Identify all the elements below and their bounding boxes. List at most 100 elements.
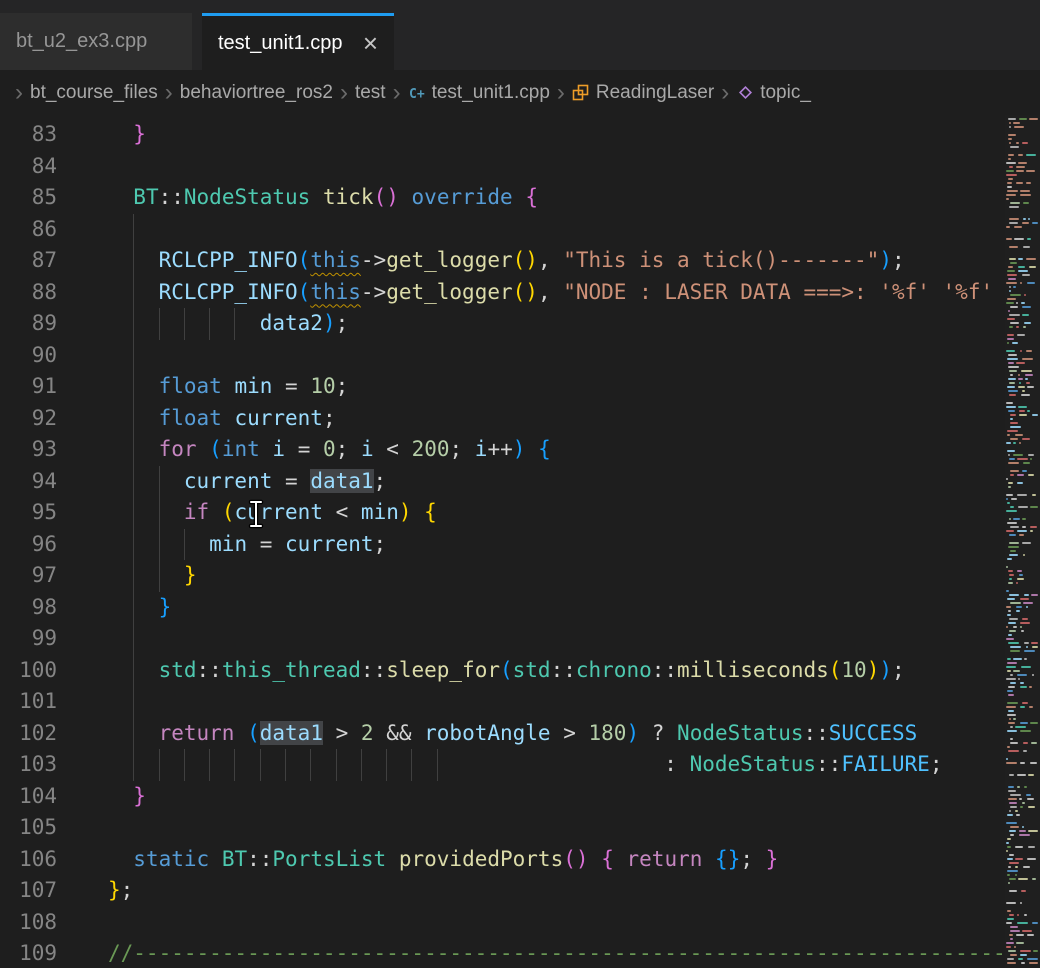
minimap-line (1009, 574, 1014, 576)
line-number: 93 (0, 434, 57, 466)
minimap-line (1024, 322, 1031, 324)
minimap-line (1017, 482, 1023, 484)
minimap-line (1009, 802, 1017, 804)
code-line[interactable]: 86 (0, 214, 1005, 246)
minimap[interactable] (1005, 115, 1040, 968)
code-line[interactable]: 89 data2); (0, 308, 1005, 340)
code-token: ; (336, 374, 349, 398)
minimap-line (1008, 634, 1012, 636)
minimap-line (1022, 930, 1032, 932)
code-token: ; (323, 406, 336, 430)
code-line[interactable]: 91 float min = 10; (0, 371, 1005, 403)
minimap-line (1008, 570, 1013, 572)
minimap-line (1019, 834, 1030, 836)
breadcrumb-item[interactable]: topic_ (736, 82, 811, 104)
code-line-text: return (data1 > 2 && robotAngle > 180) ?… (57, 718, 917, 750)
minimap-line (1013, 286, 1016, 288)
code-token: { (538, 437, 551, 461)
minimap-line (1008, 582, 1013, 584)
code-line[interactable]: 106 static BT::PortsList providedPorts()… (0, 844, 1005, 876)
code-line[interactable]: 107}; (0, 875, 1005, 907)
minimap-line (1018, 406, 1027, 408)
close-icon[interactable]: × (363, 30, 378, 56)
code-line[interactable]: 103 : NodeStatus::FAILURE; (0, 749, 1005, 781)
breadcrumb-item[interactable]: test (355, 82, 386, 104)
code-line[interactable]: 105 (0, 812, 1005, 844)
minimap-line (1010, 738, 1013, 740)
minimap-line (1032, 222, 1038, 224)
code-line[interactable]: 85 BT::NodeStatus tick() override { (0, 182, 1005, 214)
code-line[interactable]: 93 for (int i = 0; i < 200; i++) { (0, 434, 1005, 466)
minimap-line (1006, 510, 1017, 512)
code-line[interactable]: 109//-----------------------------------… (0, 938, 1005, 968)
code-line[interactable]: 96 min = current; (0, 529, 1005, 561)
minimap-line (1006, 706, 1016, 708)
code-token: "NODE : LASER DATA ===>: '%f' '%f' (563, 280, 993, 304)
line-number: 104 (0, 781, 57, 813)
breadcrumb-item[interactable]: C+test_unit1.cpp (408, 82, 550, 104)
code-token (209, 847, 222, 871)
code-line[interactable]: 108 (0, 907, 1005, 939)
minimap-line (1026, 154, 1036, 156)
minimap-line (1016, 934, 1024, 936)
code-line[interactable]: 84 (0, 151, 1005, 183)
code-line[interactable]: 101 (0, 686, 1005, 718)
code-line[interactable]: 102 return (data1 > 2 && robotAngle > 18… (0, 718, 1005, 750)
code-line[interactable]: 95 if (current < min) { (0, 497, 1005, 529)
code-area[interactable]: 83 }8485 BT::NodeStatus tick() override … (0, 115, 1005, 968)
breadcrumb-item[interactable]: ReadingLaser (572, 82, 714, 104)
breadcrumb-item[interactable]: bt_course_files (30, 82, 158, 104)
code-token: float (159, 406, 222, 430)
minimap-line (1020, 626, 1022, 628)
code-token: min (234, 374, 272, 398)
code-token: int (222, 437, 260, 461)
minimap-line (1008, 882, 1010, 884)
breadcrumb-item[interactable]: behaviortree_ros2 (180, 82, 333, 104)
minimap-line (1024, 594, 1029, 596)
code-line[interactable]: 104 } (0, 781, 1005, 813)
code-token: RCLCPP_INFO (159, 248, 298, 272)
code-line-text (57, 214, 108, 246)
code-line[interactable]: 87 RCLCPP_INFO(this->get_logger(), "This… (0, 245, 1005, 277)
minimap-line (1007, 358, 1018, 360)
code-token: ( (829, 658, 842, 682)
code-line-text: } (57, 119, 146, 151)
code-token: if (184, 500, 209, 524)
code-token: ( (209, 437, 222, 461)
code-token: tick (323, 185, 374, 209)
code-line[interactable]: 83 } (0, 119, 1005, 151)
code-token: current (234, 500, 323, 524)
code-token: ; (892, 658, 905, 682)
minimap-line (1029, 686, 1032, 688)
minimap-line (1016, 814, 1020, 816)
minimap-line (1021, 962, 1025, 964)
code-token: float (159, 374, 222, 398)
tab-test-unit1[interactable]: test_unit1.cpp × (202, 13, 394, 70)
code-line[interactable]: 100 std::this_thread::sleep_for(std::chr… (0, 655, 1005, 687)
minimap-line (1018, 374, 1020, 376)
code-line[interactable]: 94 current = data1; (0, 466, 1005, 498)
code-token: ) (879, 248, 892, 272)
minimap-line (1020, 706, 1025, 708)
minimap-line (1009, 718, 1011, 720)
minimap-line (1022, 438, 1030, 440)
minimap-line (1026, 794, 1031, 796)
minimap-line (1017, 914, 1019, 916)
code-line[interactable]: 99 (0, 623, 1005, 655)
code-token (702, 847, 715, 871)
code-token (222, 374, 235, 398)
minimap-line (1019, 410, 1025, 412)
code-token (108, 374, 159, 398)
minimap-line (1013, 518, 1020, 520)
code-token: 2 (361, 721, 374, 745)
code-line[interactable]: 97 } (0, 560, 1005, 592)
minimap-line (1010, 202, 1020, 204)
code-line[interactable]: 90 (0, 340, 1005, 372)
code-line[interactable]: 92 float current; (0, 403, 1005, 435)
code-line[interactable]: 98 } (0, 592, 1005, 624)
code-line[interactable]: 88 RCLCPP_INFO(this->get_logger(), "NODE… (0, 277, 1005, 309)
tab-bt-u2-ex3[interactable]: bt_u2_ex3.cpp (0, 13, 192, 70)
minimap-line (1009, 458, 1015, 460)
code-token: ; (336, 311, 349, 335)
code-token: current (285, 532, 374, 556)
